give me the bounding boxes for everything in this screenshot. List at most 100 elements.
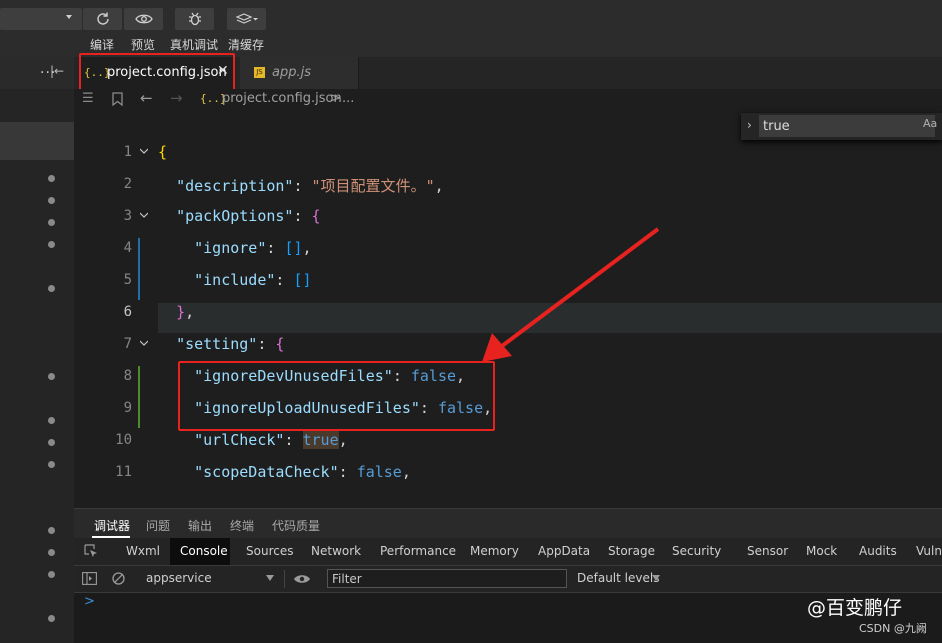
watermark-main: @百变鹏仔 bbox=[807, 597, 903, 619]
log-levels-select[interactable]: Default levels bbox=[577, 571, 659, 585]
match-case-icon[interactable]: Aa bbox=[923, 117, 937, 130]
code-token: [] bbox=[293, 271, 312, 289]
panel-tab-memory[interactable]: Memory bbox=[470, 544, 519, 558]
tree-selected-row[interactable] bbox=[0, 122, 74, 160]
line-number: 7 bbox=[123, 336, 132, 352]
preview-label: 预览 bbox=[131, 38, 156, 52]
code-line[interactable]: "packOptions": { bbox=[158, 207, 321, 225]
find-input[interactable]: true Aa bbox=[759, 115, 937, 137]
clear-console-icon[interactable] bbox=[112, 572, 125, 585]
code-token: : bbox=[338, 463, 357, 481]
clear-cache-button[interactable] bbox=[227, 8, 266, 30]
console-toolbar: appservice Filter Default levels bbox=[74, 566, 942, 593]
tab-terminal[interactable]: 终端 bbox=[230, 517, 254, 534]
code-token: "ignore" bbox=[194, 239, 267, 257]
status-dot bbox=[48, 197, 55, 204]
status-dot bbox=[48, 571, 55, 578]
layers-icon bbox=[235, 13, 258, 24]
devtools-panel-tabs: Wxml Console Sources Network Performance… bbox=[74, 538, 942, 566]
code-line[interactable]: "include": [] bbox=[158, 271, 312, 289]
panel-tab-console[interactable]: Console bbox=[180, 544, 228, 558]
device-debug-button[interactable] bbox=[175, 8, 214, 30]
forward-arrow-icon[interactable]: → bbox=[170, 89, 183, 107]
panel-tab-network[interactable]: Network bbox=[311, 544, 361, 558]
code-token: , bbox=[302, 239, 312, 257]
context-select[interactable]: appservice bbox=[146, 571, 212, 585]
status-dot bbox=[48, 417, 55, 424]
fold-chevron-icon[interactable] bbox=[140, 211, 148, 219]
line-number: 8 bbox=[123, 368, 132, 384]
line-number: 3 bbox=[123, 208, 132, 224]
code-line[interactable]: "description": "项目配置文件。", bbox=[158, 175, 444, 196]
line-number: 5 bbox=[123, 272, 132, 288]
filter-input[interactable]: Filter bbox=[327, 569, 567, 588]
clear-cache-label: 清缓存 bbox=[228, 38, 265, 52]
tab-problems[interactable]: 问题 bbox=[146, 517, 170, 534]
preview-button[interactable] bbox=[124, 8, 163, 30]
top-toolbar: 编译 预览 真机调试 清缓存 bbox=[0, 0, 942, 57]
chevron-down-icon[interactable] bbox=[652, 575, 660, 581]
status-dot bbox=[48, 373, 55, 380]
panel-tab-sensor[interactable]: Sensor bbox=[747, 544, 788, 558]
divider bbox=[284, 570, 285, 588]
code-line[interactable]: "setting": { bbox=[158, 335, 284, 353]
tab-code-quality[interactable]: 代码质量 bbox=[272, 517, 320, 534]
back-arrow-icon[interactable]: ← bbox=[140, 89, 153, 107]
bug-icon bbox=[188, 12, 201, 26]
code-token: false bbox=[356, 463, 402, 481]
sidebar-toggle-icon[interactable] bbox=[82, 572, 97, 585]
collapse-sidebar-icon[interactable]: |← bbox=[50, 64, 64, 78]
filter-placeholder: Filter bbox=[332, 572, 362, 586]
fold-chevron-icon[interactable] bbox=[140, 339, 148, 347]
status-dot bbox=[48, 549, 55, 556]
panel-tab-vulnerability[interactable]: Vulne bbox=[916, 544, 942, 558]
console-prompt[interactable]: > bbox=[84, 594, 95, 609]
change-marker bbox=[138, 366, 140, 428]
panel-tab-appdata[interactable]: AppData bbox=[538, 544, 590, 558]
code-token: : bbox=[293, 177, 312, 195]
list-icon[interactable]: ☰ bbox=[82, 91, 94, 106]
tab-output[interactable]: 输出 bbox=[188, 517, 212, 534]
panel-tab-mock[interactable]: Mock bbox=[806, 544, 837, 558]
status-dot bbox=[48, 461, 55, 468]
inspect-element-icon[interactable] bbox=[84, 544, 98, 558]
panel-tab-performance[interactable]: Performance bbox=[380, 544, 456, 558]
code-token: , bbox=[434, 177, 444, 195]
panel-tab-wxml[interactable]: Wxml bbox=[126, 544, 160, 558]
file-tree-panel: ... bbox=[0, 57, 74, 643]
code-token: : bbox=[266, 239, 285, 257]
code-token: , bbox=[185, 303, 195, 321]
expand-replace-icon[interactable]: › bbox=[747, 118, 752, 132]
compile-button[interactable] bbox=[83, 8, 122, 30]
change-marker bbox=[138, 238, 140, 300]
code-token: : bbox=[275, 271, 294, 289]
chevron-down-icon[interactable] bbox=[266, 575, 274, 581]
breadcrumb-file[interactable]: project.config.json bbox=[222, 91, 342, 106]
console-output[interactable]: > @百变鹏仔 CSDN @九阙 bbox=[74, 593, 942, 643]
panel-tab-sources[interactable]: Sources bbox=[246, 544, 293, 558]
code-token: : bbox=[284, 431, 303, 449]
mode-dropdown[interactable] bbox=[0, 8, 82, 30]
breadcrumb-more[interactable]: ... bbox=[342, 91, 354, 106]
tab-debugger[interactable]: 调试器 bbox=[94, 517, 130, 534]
tab-app-js[interactable]: JS app.js bbox=[240, 57, 359, 89]
panel-tab-security[interactable]: Security bbox=[672, 544, 721, 558]
panel-tab-storage[interactable]: Storage bbox=[608, 544, 655, 558]
code-line[interactable]: "ignore": [], bbox=[158, 239, 312, 257]
code-line[interactable]: "urlCheck": true, bbox=[158, 431, 348, 449]
code-line[interactable]: "scopeDataCheck": false, bbox=[158, 463, 411, 481]
fold-chevron-icon[interactable] bbox=[140, 147, 148, 155]
code-token: { bbox=[311, 207, 321, 225]
code-line[interactable]: }, bbox=[158, 303, 194, 321]
code-token: { bbox=[275, 335, 285, 353]
bookmark-icon[interactable] bbox=[112, 92, 123, 106]
tab-highlight-box bbox=[79, 53, 235, 92]
panel-tab-audits[interactable]: Audits bbox=[859, 544, 897, 558]
status-dot bbox=[48, 285, 55, 292]
eye-icon[interactable] bbox=[293, 573, 311, 585]
js-file-icon: JS bbox=[254, 67, 265, 78]
code-line[interactable]: { bbox=[158, 143, 167, 161]
line-number: 11 bbox=[115, 464, 132, 480]
